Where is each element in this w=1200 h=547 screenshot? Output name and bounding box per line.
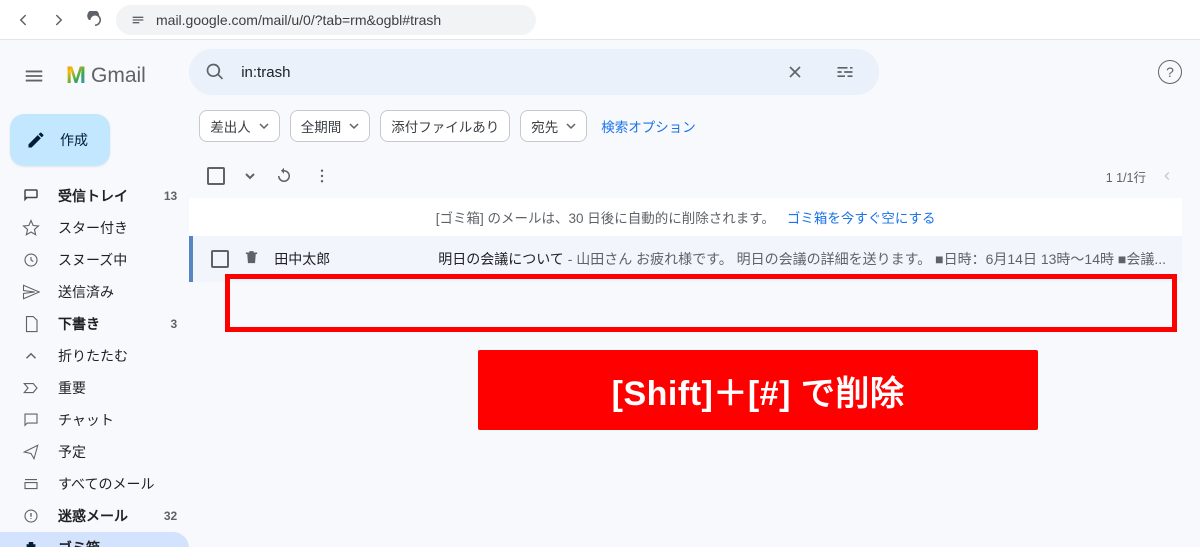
gmail-logo[interactable]: M Gmail: [66, 62, 146, 90]
sidebar-item-snoozed[interactable]: スヌーズ中: [0, 244, 189, 276]
mail-toolbar: 1 1/1行: [189, 154, 1182, 198]
search-input[interactable]: [239, 63, 763, 82]
mail-sender: 田中太郎: [274, 249, 424, 269]
sidebar-item-drafts[interactable]: 下書き 3: [0, 308, 189, 340]
send-icon: [22, 283, 40, 301]
sidebar-item-label: ゴミ箱: [58, 538, 100, 547]
search-options-button[interactable]: [827, 54, 863, 90]
sidebar-item-label: 受信トレイ: [58, 186, 128, 206]
compose-button[interactable]: 作成: [10, 114, 110, 166]
chip-to[interactable]: 宛先: [520, 110, 587, 142]
url-text: mail.google.com/mail/u/0/?tab=rm&ogbl#tr…: [156, 12, 441, 28]
chip-label: 宛先: [531, 116, 558, 136]
refresh-button[interactable]: [275, 167, 293, 185]
nav-reload-button[interactable]: [80, 5, 110, 35]
star-icon: [22, 219, 40, 237]
sidebar: M Gmail 作成 受信トレイ 13 スター付き スヌーズ中: [0, 40, 189, 547]
more-button[interactable]: [313, 167, 331, 185]
url-bar[interactable]: mail.google.com/mail/u/0/?tab=rm&ogbl#tr…: [116, 5, 536, 35]
browser-bar: mail.google.com/mail/u/0/?tab=rm&ogbl#tr…: [0, 0, 1200, 40]
sidebar-item-inbox[interactable]: 受信トレイ 13: [0, 180, 189, 212]
file-icon: [22, 315, 40, 333]
search-bar[interactable]: [189, 49, 879, 95]
search-icon: [205, 62, 225, 82]
clock-icon: [22, 251, 40, 269]
sidebar-item-scheduled[interactable]: 予定: [0, 436, 189, 468]
advanced-search-link[interactable]: 検索オプション: [601, 116, 696, 136]
sidebar-item-starred[interactable]: スター付き: [0, 212, 189, 244]
sidebar-item-spam[interactable]: 迷惑メール 32: [0, 500, 189, 532]
nav-back-button[interactable]: [8, 5, 38, 35]
chat-icon: [22, 411, 40, 429]
trash-notice: [ゴミ箱] のメールは、30 日後に自動的に削除されます。 ゴミ箱を今すぐ空にす…: [189, 198, 1182, 236]
trash-icon: [243, 249, 260, 269]
select-all-checkbox[interactable]: [207, 167, 225, 185]
tune-icon: [835, 62, 855, 82]
empty-trash-link[interactable]: ゴミ箱を今すぐ空にする: [787, 207, 936, 227]
trash-notice-text: [ゴミ箱] のメールは、30 日後に自動的に削除されます。: [436, 207, 775, 227]
pager-prev-button[interactable]: [1160, 169, 1174, 183]
sidebar-item-collapse[interactable]: 折りたたむ: [0, 340, 189, 372]
sidebar-item-label: チャット: [58, 410, 114, 430]
spam-icon: [22, 507, 40, 525]
sidebar-item-label: 折りたたむ: [58, 346, 128, 366]
schedule-icon: [22, 443, 40, 461]
chip-label: 差出人: [210, 116, 251, 136]
mail-snippet: 明日の会議について - 山田さん お疲れ様です。 明日の会議の詳細を送ります。 …: [438, 249, 1166, 269]
inbox-icon: [22, 187, 40, 205]
gmail-logo-icon: M: [66, 62, 85, 90]
site-info-icon: [130, 12, 146, 28]
sidebar-item-count: 13: [164, 189, 177, 203]
sidebar-item-label: 重要: [58, 378, 86, 398]
main-panel: ? 差出人 全期間 添付ファイルあり 宛先 検索オプション: [189, 40, 1200, 547]
annotation-banner-text: [Shift]＋[#] で削除: [612, 366, 905, 415]
important-icon: [22, 379, 40, 397]
sidebar-item-label: 送信済み: [58, 282, 114, 302]
sidebar-item-sent[interactable]: 送信済み: [0, 276, 189, 308]
compose-label: 作成: [60, 130, 88, 150]
sidebar-item-label: 下書き: [58, 314, 100, 334]
menu-button[interactable]: [14, 56, 54, 96]
chip-attachment[interactable]: 添付ファイルあり: [380, 110, 510, 142]
search-clear-button[interactable]: [777, 54, 813, 90]
sidebar-item-important[interactable]: 重要: [0, 372, 189, 404]
sidebar-nav: 受信トレイ 13 スター付き スヌーズ中 送信済み 下書き 3: [0, 180, 189, 547]
select-all-dropdown-icon[interactable]: [245, 171, 255, 181]
stack-icon: [22, 475, 40, 493]
chevron-down-icon: [566, 121, 576, 131]
help-icon: ?: [1166, 64, 1174, 80]
sidebar-item-trash[interactable]: ゴミ箱: [0, 532, 189, 547]
mail-row[interactable]: 田中太郎 明日の会議について - 山田さん お疲れ様です。 明日の会議の詳細を送…: [189, 236, 1182, 282]
sidebar-item-count: 3: [171, 317, 178, 331]
nav-forward-button[interactable]: [44, 5, 74, 35]
chip-period[interactable]: 全期間: [290, 110, 371, 142]
chip-label: 全期間: [301, 116, 342, 136]
chevron-down-icon: [259, 121, 269, 131]
pencil-icon: [26, 130, 46, 150]
help-button[interactable]: ?: [1158, 60, 1182, 84]
pager: 1 1/1行: [1106, 167, 1174, 186]
sidebar-item-label: 迷惑メール: [58, 506, 128, 526]
chip-label: 添付ファイルあり: [391, 116, 499, 136]
close-icon: [785, 62, 805, 82]
mail-row-checkbox[interactable]: [211, 250, 229, 268]
sidebar-item-label: すべてのメール: [58, 474, 154, 494]
filter-chip-row: 差出人 全期間 添付ファイルあり 宛先 検索オプション: [189, 96, 1182, 154]
mail-subject: 明日の会議について: [438, 251, 564, 267]
pager-text: 1 1/1行: [1106, 167, 1146, 186]
sidebar-item-allmail[interactable]: すべてのメール: [0, 468, 189, 500]
sidebar-item-count: 32: [164, 509, 177, 523]
chevron-up-icon: [22, 347, 40, 365]
trash-icon: [22, 539, 40, 547]
annotation-banner: [Shift]＋[#] で削除: [478, 350, 1038, 430]
sidebar-item-label: スター付き: [58, 218, 128, 238]
chevron-down-icon: [349, 121, 359, 131]
sidebar-item-chat[interactable]: チャット: [0, 404, 189, 436]
gmail-logo-text: Gmail: [91, 64, 146, 88]
sidebar-item-label: スヌーズ中: [58, 250, 127, 270]
chip-from[interactable]: 差出人: [199, 110, 280, 142]
sidebar-item-label: 予定: [58, 442, 86, 462]
